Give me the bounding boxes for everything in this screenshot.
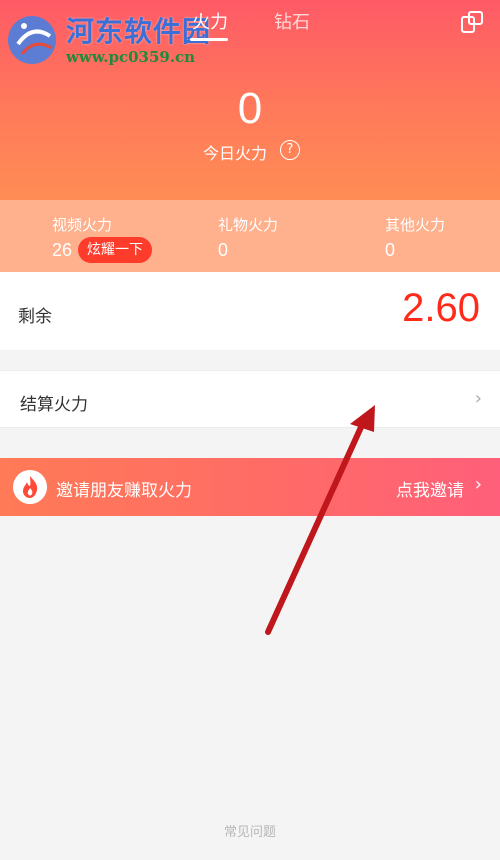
active-tab-indicator bbox=[190, 38, 228, 41]
invite-button[interactable]: 点我邀请 bbox=[396, 476, 464, 501]
stat-label-gift: 礼物火力 bbox=[218, 216, 279, 234]
settle-fire-label: 结算火力 bbox=[20, 395, 88, 415]
header: 河东软件园 www.pc0359.cn 火力 钻石 0 今日火力 ? bbox=[0, 0, 500, 200]
watermark-logo-icon bbox=[8, 16, 56, 64]
settle-fire-row[interactable]: 结算火力 › bbox=[0, 370, 500, 428]
tab-diamond[interactable]: 钻石 bbox=[274, 8, 310, 34]
stat-value-gift: 0 bbox=[218, 240, 229, 260]
fire-stats: 视频火力 26 炫耀一下 礼物火力 0 其他火力 0 bbox=[0, 200, 500, 272]
invite-banner[interactable]: 邀请朋友赚取火力 点我邀请 › bbox=[0, 458, 500, 516]
remaining-value: 2.60 bbox=[402, 286, 480, 330]
chevron-right-icon: › bbox=[474, 388, 482, 409]
watermark-url: www.pc0359.cn bbox=[66, 48, 196, 66]
faq-link[interactable]: 常见问题 bbox=[0, 821, 500, 840]
tab-fire[interactable]: 火力 bbox=[192, 8, 228, 34]
stat-label-video: 视频火力 bbox=[52, 216, 113, 234]
remaining-row: 剩余 2.60 bbox=[0, 272, 500, 350]
today-fire-value: 0 bbox=[237, 84, 263, 133]
help-icon[interactable]: ? bbox=[280, 140, 300, 160]
stat-label-other: 其他火力 bbox=[385, 216, 446, 234]
show-off-button[interactable]: 炫耀一下 bbox=[78, 237, 152, 263]
today-fire-label: 今日火力 bbox=[203, 144, 268, 163]
invite-text: 邀请朋友赚取火力 bbox=[56, 481, 192, 501]
chevron-right-icon: › bbox=[474, 474, 482, 495]
stat-value-video: 26 bbox=[52, 240, 73, 260]
remaining-label: 剩余 bbox=[18, 307, 52, 327]
stat-value-other: 0 bbox=[385, 240, 396, 260]
flame-icon bbox=[13, 470, 47, 504]
share-icon[interactable] bbox=[458, 8, 486, 36]
watermark-title: 河东软件园 bbox=[66, 15, 212, 48]
